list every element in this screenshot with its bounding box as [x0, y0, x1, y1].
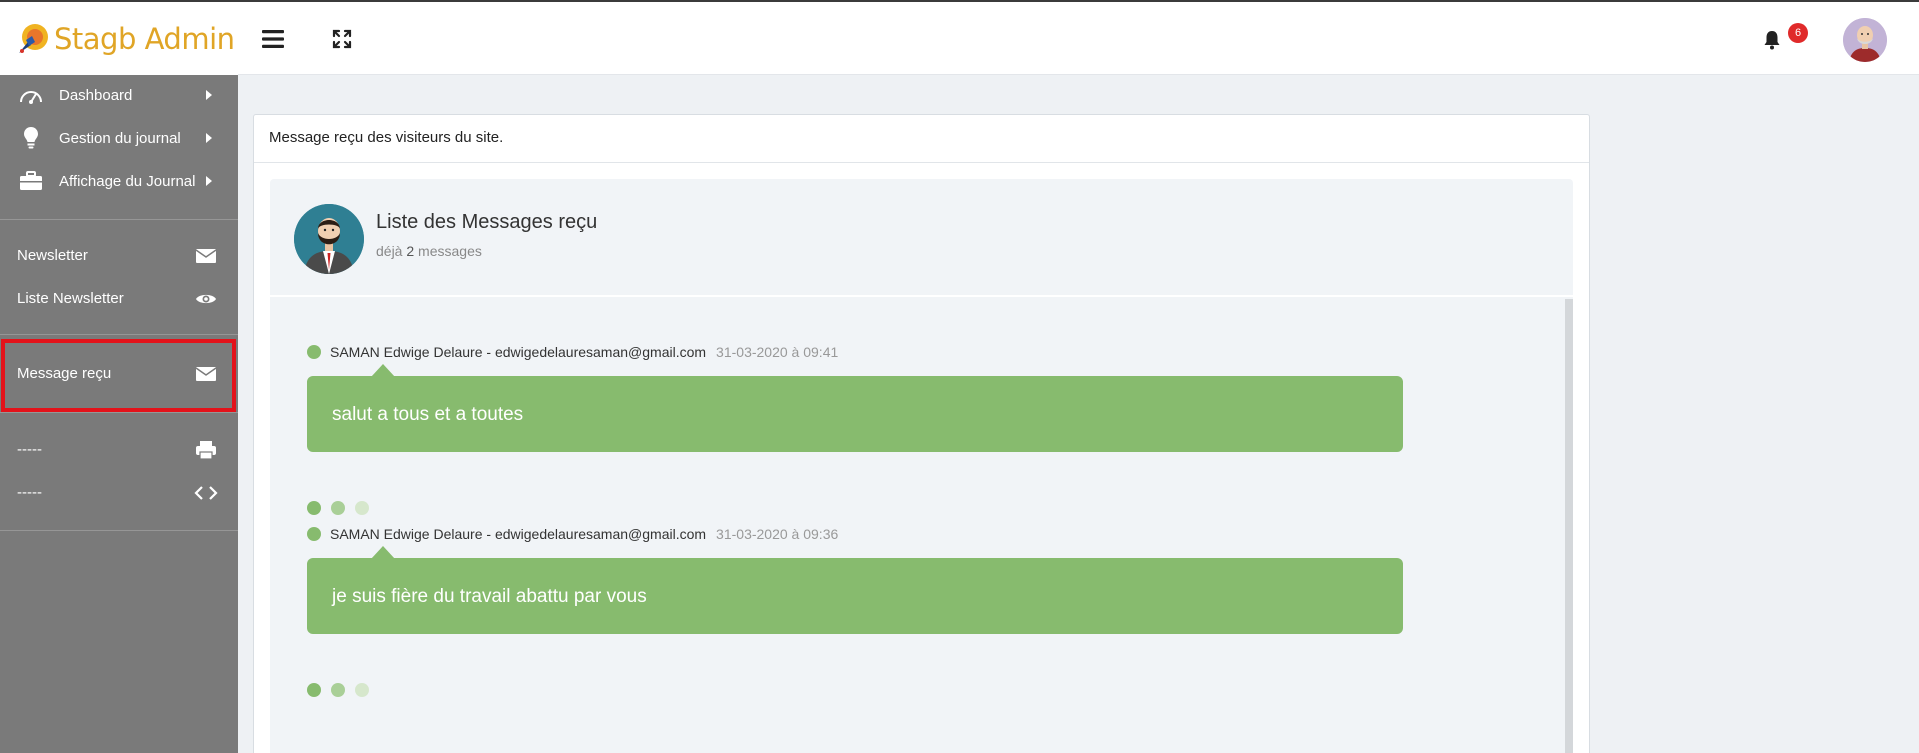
message-bubble: je suis fière du travail abattu par vous — [307, 558, 1403, 634]
sidebar-item-label: ----- — [17, 484, 42, 501]
message-sender: SAMAN Edwige Delaure - edwigedelauresama… — [330, 526, 707, 542]
sidebar-divider — [0, 530, 238, 531]
indicator-dot — [307, 501, 321, 515]
user-avatar-icon — [1843, 18, 1887, 62]
sidebar-item-liste-newsletter[interactable]: Liste Newsletter — [0, 279, 238, 319]
briefcase-icon — [18, 169, 44, 193]
message-header: SAMAN Edwige Delaure - edwigedelauresama… — [307, 342, 838, 362]
indicator-dot — [307, 683, 321, 697]
sidebar-item-label: Affichage du Journal — [59, 172, 196, 190]
eye-icon — [193, 287, 219, 311]
brand-name: Stagb Admin — [54, 21, 235, 56]
message-list-header: Liste des Messages reçu déjà 2 messages — [270, 179, 1573, 297]
indicator-dot — [355, 683, 369, 697]
sidebar-item-newsletter[interactable]: Newsletter — [0, 236, 238, 276]
message-sender: SAMAN Edwige Delaure - edwigedelauresama… — [330, 344, 707, 360]
menu-toggle-button[interactable] — [258, 24, 288, 54]
sidebar-item-label: Gestion du journal — [59, 129, 181, 147]
printer-icon — [193, 438, 219, 462]
envelope-icon — [193, 244, 219, 268]
card-title: Message reçu des visiteurs du site. — [269, 129, 504, 146]
code-icon — [193, 481, 219, 505]
sidebar-divider — [0, 334, 238, 335]
brand-logo-icon — [19, 23, 48, 53]
sidebar-item-label: Dashboard — [59, 86, 133, 104]
message-time: 31-03-2020 à 09:41 — [716, 344, 839, 360]
typing-indicator — [307, 501, 369, 515]
message-bubble: salut a tous et a toutes — [307, 376, 1403, 452]
sidebar-item-print[interactable]: ----- — [0, 430, 238, 470]
indicator-dot — [331, 683, 345, 697]
lightbulb-icon — [18, 126, 44, 150]
indicator-dot — [355, 501, 369, 515]
typing-indicator — [307, 683, 369, 697]
status-dot-icon — [307, 345, 321, 359]
sidebar-divider — [0, 412, 238, 413]
message-count-prefix: déjà — [376, 243, 403, 259]
notification-badge: 6 — [1788, 23, 1808, 43]
sidebar-item-label: Liste Newsletter — [17, 290, 124, 307]
active-item-highlight — [1, 339, 236, 412]
scrollbar[interactable] — [1565, 299, 1573, 753]
messages-card: Message reçu des visiteurs du site. List — [253, 114, 1590, 753]
caret-right-icon — [206, 133, 212, 143]
message-list-title: Liste des Messages reçu — [376, 211, 598, 233]
sidebar-item-gestion-journal[interactable]: Gestion du journal — [0, 118, 238, 158]
sidebar-item-code[interactable]: ----- — [0, 473, 238, 513]
sidebar-item-affichage-journal[interactable]: Affichage du Journal — [0, 161, 238, 201]
message-list-panel: Liste des Messages reçu déjà 2 messages … — [270, 179, 1573, 753]
sidebar: Dashboard Gestion du journal Affichage d… — [0, 75, 238, 753]
admin-avatar-icon — [294, 204, 364, 274]
sidebar-divider — [0, 219, 238, 220]
message-time: 31-03-2020 à 09:36 — [716, 526, 839, 542]
user-avatar[interactable] — [1843, 18, 1887, 62]
message-count-text: déjà 2 messages — [376, 243, 482, 259]
sidebar-item-label: ----- — [17, 441, 42, 458]
caret-right-icon — [206, 176, 212, 186]
status-dot-icon — [307, 527, 321, 541]
fullscreen-button[interactable] — [327, 24, 357, 54]
expand-icon — [332, 29, 352, 49]
hamburger-icon — [262, 30, 284, 48]
sidebar-item-label: Newsletter — [17, 247, 88, 264]
message-header: SAMAN Edwige Delaure - edwigedelauresama… — [307, 524, 838, 544]
top-header: Stagb Admin 6 — [0, 2, 1919, 75]
brand[interactable]: Stagb Admin — [0, 2, 238, 75]
bell-icon[interactable] — [1762, 29, 1782, 51]
card-divider — [254, 162, 1589, 163]
speedometer-icon — [18, 83, 44, 107]
sidebar-item-dashboard[interactable]: Dashboard — [0, 75, 238, 115]
message-count: 2 — [406, 243, 415, 259]
indicator-dot — [331, 501, 345, 515]
message-count-suffix: messages — [418, 243, 482, 259]
caret-right-icon — [206, 90, 212, 100]
